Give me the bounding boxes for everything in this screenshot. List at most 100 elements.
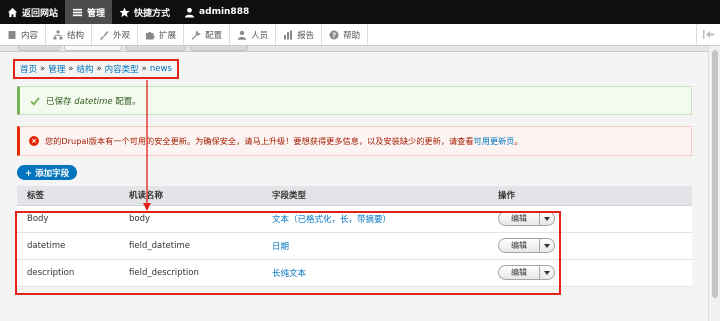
user-icon [184,7,195,18]
error-icon: × [29,136,39,146]
structure-icon [53,30,63,39]
back-to-site-link[interactable]: 返回网站 [0,0,65,24]
brush-icon [100,30,109,40]
table-row: datetime field_datetime 日期 编辑 [17,232,692,260]
breadcrumb-content-types[interactable]: 内容类型 [105,63,139,75]
tray-item-config[interactable]: 配置 [184,24,231,45]
local-task-tab[interactable] [126,46,186,51]
breadcrumb-separator: » [40,64,46,74]
admin-toolbar: 返回网站 管理 快捷方式 admin888 [0,0,720,24]
field-label: Body [17,205,129,233]
field-label: description [17,259,129,287]
tray-item-content[interactable]: 内容 [0,24,47,45]
tray-item-label: 报告 [297,30,315,41]
dropbutton-toggle[interactable] [539,212,554,225]
edit-button[interactable]: 编辑 [499,239,539,252]
dropbutton-toggle[interactable] [539,266,554,279]
breadcrumb-structure[interactable]: 结构 [76,63,93,75]
available-updates-link[interactable]: 可用更新页 [474,136,515,146]
checkmark-icon [30,96,40,106]
tray-item-help[interactable]: ? 帮助 [322,24,369,45]
field-machine-name: field_datetime [129,232,272,260]
home-icon [7,7,18,17]
shortcuts-tab[interactable]: 快捷方式 [112,0,177,24]
wrench-icon [191,30,201,40]
tray-item-label: 结构 [67,30,85,41]
error-message-text: 您的Drupal版本有一个可用的安全更新。为确保安全，请马上升级！要想获得更多信… [45,135,523,147]
edit-button[interactable]: 编辑 [499,266,539,279]
tray-item-people[interactable]: 人员 [230,24,277,45]
shortcuts-label: 快捷方式 [134,8,171,19]
operations-dropbutton: 编辑 [498,265,555,280]
back-to-site-label: 返回网站 [22,8,59,19]
status-message-text: 已保存 datetime 配置。 [46,95,141,107]
error-text: 您的Drupal版本有一个可用的安全更新。为确保安全，请马上升级！要想获得更多信… [45,136,474,146]
person-icon [237,30,247,40]
tray-item-extend[interactable]: 扩展 [138,24,185,45]
header-field-type: 字段类型 [272,186,498,206]
field-type-link[interactable]: 长纯文本 [272,269,306,279]
local-task-tab-active[interactable] [64,46,122,51]
field-type-link[interactable]: 文本（已格式化，长，带摘要） [272,215,391,225]
add-field-button[interactable]: + 添加字段 [17,165,78,180]
local-task-tab[interactable] [190,46,248,51]
star-icon [119,7,130,17]
user-tab[interactable]: admin888 [177,0,256,24]
tray-orientation-toggle[interactable] [696,24,720,45]
collapse-tray-icon [703,30,714,39]
svg-text:?: ? [332,31,336,39]
page-scrollbar[interactable] [708,46,720,321]
tray-item-label: 外观 [113,30,131,41]
fields-table: 标签 机读名称 字段类型 操作 Body body 文本（已格式化，长，带摘要）… [17,186,692,287]
admin-tray: 内容 结构 外观 扩展 配置 人员 报告 ? 帮助 [0,24,720,46]
local-task-tab[interactable] [18,46,60,51]
tray-item-label: 内容 [21,30,39,41]
breadcrumb-home[interactable]: 首页 [20,63,37,75]
help-icon: ? [329,30,339,39]
scrollbar-thumb[interactable] [712,50,718,298]
table-header-row: 标签 机读名称 字段类型 操作 [17,186,692,206]
operations-dropbutton: 编辑 [498,211,555,226]
status-field-name: datetime [74,96,113,107]
breadcrumb-separator: » [96,64,102,74]
caret-down-icon [544,216,550,221]
header-machine-name: 机读名称 [129,186,272,206]
error-end: 。 [514,136,523,146]
table-row: Body body 文本（已格式化，长，带摘要） 编辑 [17,205,692,233]
menu-icon [72,8,83,16]
bar-chart-icon [284,30,293,39]
status-prefix: 已保存 [46,96,72,107]
table-row: description field_description 长纯文本 编辑 [17,259,692,287]
breadcrumb-separator: » [141,64,147,74]
header-operations: 操作 [498,186,692,206]
tray-item-reports[interactable]: 报告 [276,24,323,45]
breadcrumb-separator: » [68,64,74,74]
status-message: 已保存 datetime 配置。 [17,86,692,115]
status-suffix: 配置。 [115,96,141,107]
field-machine-name: body [129,205,272,233]
caret-down-icon [544,270,550,275]
tray-item-structure[interactable]: 结构 [46,24,93,45]
breadcrumb-admin[interactable]: 管理 [48,63,65,75]
breadcrumb: 首页 » 管理 » 结构 » 内容类型 » news [13,59,179,79]
field-label: datetime [17,232,129,260]
content-icon [8,30,16,39]
tray-item-label: 扩展 [159,30,177,41]
user-label: admin888 [199,7,250,17]
operations-dropbutton: 编辑 [498,238,555,253]
tray-item-label: 配置 [205,30,223,41]
puzzle-icon [146,31,155,39]
breadcrumb-news[interactable]: news [150,64,172,74]
edit-button[interactable]: 编辑 [499,212,539,225]
caret-down-icon [544,243,550,248]
manage-label: 管理 [87,8,106,19]
manage-tab[interactable]: 管理 [65,0,113,24]
dropbutton-toggle[interactable] [539,239,554,252]
local-tasks-strip [0,46,720,52]
tray-item-appearance[interactable]: 外观 [92,24,139,45]
tray-item-label: 人员 [251,30,269,41]
error-message: × 您的Drupal版本有一个可用的安全更新。为确保安全，请马上升级！要想获得更… [17,126,692,156]
field-type-link[interactable]: 日期 [272,242,289,252]
tray-item-label: 帮助 [343,30,361,41]
field-machine-name: field_description [129,259,272,287]
